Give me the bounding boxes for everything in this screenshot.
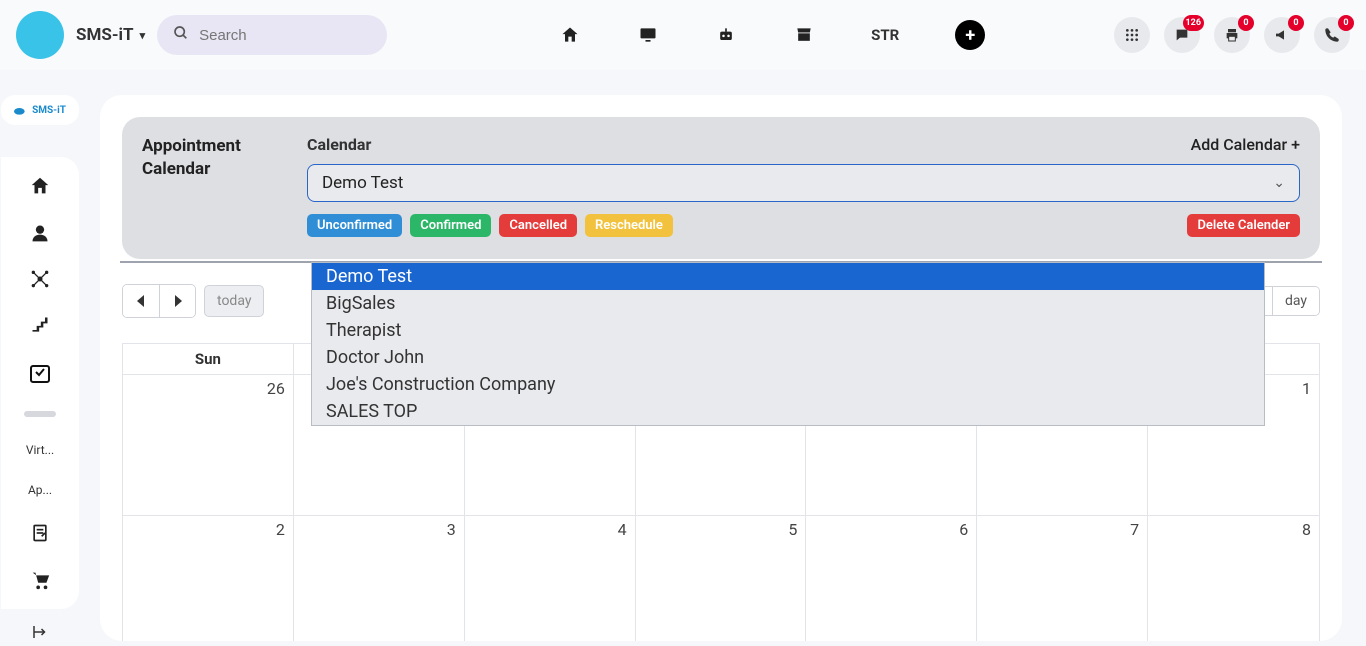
calendar-cell[interactable]: 8	[1148, 516, 1319, 641]
calendar-label: Calendar	[307, 135, 371, 154]
brand-dropdown[interactable]: SMS-iT ▾	[76, 25, 145, 45]
sidebar-logo[interactable]: SMS-iT	[1, 95, 79, 125]
calendar-dropdown: Demo Test BigSales Therapist Doctor John…	[311, 262, 1265, 426]
sidebar: SMS-iT Virt... Ap...	[0, 95, 80, 646]
calendar-select[interactable]: Demo Test ⌄	[307, 164, 1300, 202]
bullhorn-icon[interactable]: 0	[1264, 17, 1300, 53]
search-icon	[173, 25, 189, 45]
home-icon[interactable]	[559, 24, 581, 46]
delete-calendar-button[interactable]: Delete Calender	[1187, 214, 1300, 237]
calendar-row: Calendar Add Calendar +	[307, 135, 1300, 154]
robot-icon[interactable]	[715, 24, 737, 46]
brand-label: SMS-iT	[76, 25, 134, 45]
apps-icon[interactable]	[1114, 17, 1150, 53]
calendar-cell[interactable]: 4	[465, 516, 636, 641]
search-wrap[interactable]	[157, 15, 387, 55]
status-unconfirmed[interactable]: Unconfirmed	[307, 214, 402, 237]
right-icons: 126 0 0 0	[1114, 17, 1350, 53]
day-header: Sun	[123, 344, 294, 374]
top-nav-icons: STR +	[559, 20, 985, 50]
chat-badge: 126	[1183, 15, 1205, 31]
add-calendar-button[interactable]: Add Calendar +	[1191, 135, 1300, 154]
phone-badge: 0	[1338, 15, 1354, 31]
calendar-cell[interactable]: 6	[806, 516, 977, 641]
print-icon[interactable]: 0	[1214, 17, 1250, 53]
bull-badge: 0	[1288, 15, 1304, 31]
sidebar-item-home[interactable]	[1, 175, 79, 197]
status-confirmed[interactable]: Confirmed	[410, 214, 491, 237]
dropdown-option[interactable]: SALES TOP	[312, 398, 1264, 425]
phone-icon[interactable]: 0	[1314, 17, 1350, 53]
status-cancelled[interactable]: Cancelled	[499, 214, 577, 237]
dropdown-option[interactable]: BigSales	[312, 290, 1264, 317]
sidebar-exit[interactable]	[31, 623, 49, 646]
sidebar-item-cart[interactable]	[1, 569, 79, 591]
status-reschedule[interactable]: Reschedule	[585, 214, 673, 237]
dropdown-option[interactable]: Therapist	[312, 317, 1264, 344]
prev-button[interactable]	[123, 285, 159, 317]
view-day[interactable]: day	[1272, 287, 1319, 315]
calendar-cell[interactable]: 2	[123, 516, 294, 641]
today-button[interactable]: today	[204, 285, 264, 317]
main-panel: Appointment Calendar Calendar Add Calend…	[100, 95, 1342, 641]
chevron-down-icon: ▾	[140, 29, 146, 42]
chevron-down-icon: ⌄	[1273, 175, 1285, 191]
sidebar-item-network[interactable]	[1, 269, 79, 289]
config-right: Calendar Add Calendar + Demo Test ⌄ Unco…	[307, 135, 1300, 237]
calendar-cell[interactable]: 7	[977, 516, 1148, 641]
print-badge: 0	[1238, 15, 1254, 31]
avatar[interactable]	[16, 11, 64, 59]
calendar-cell[interactable]: 3	[294, 516, 465, 641]
calendar-cell[interactable]: 26	[123, 375, 294, 515]
store-icon[interactable]	[793, 24, 815, 46]
sidebar-item-stairs[interactable]	[1, 315, 79, 335]
calendar-select-value: Demo Test	[322, 173, 403, 193]
str-button[interactable]: STR	[871, 26, 899, 44]
calendar-week-row: 2 3 4 5 6 7 8	[123, 515, 1319, 641]
dropdown-option[interactable]: Doctor John	[312, 344, 1264, 371]
sidebar-item-user[interactable]	[1, 223, 79, 243]
chat-icon[interactable]: 126	[1164, 17, 1200, 53]
add-button[interactable]: +	[955, 20, 985, 50]
dropdown-option[interactable]: Joe's Construction Company	[312, 371, 1264, 398]
search-input[interactable]	[199, 27, 371, 44]
nav-group	[122, 284, 196, 318]
sidebar-separator	[24, 411, 56, 417]
config-bar: Appointment Calendar Calendar Add Calend…	[122, 117, 1320, 259]
dropdown-option[interactable]: Demo Test	[312, 263, 1264, 290]
config-heading: Appointment Calendar	[142, 135, 297, 181]
top-header: SMS-iT ▾ STR + 126 0	[0, 0, 1366, 70]
side-panel: Virt... Ap...	[1, 157, 79, 609]
sidebar-item-calendar[interactable]	[1, 361, 79, 385]
status-row: Unconfirmed Confirmed Cancelled Reschedu…	[307, 214, 1300, 237]
next-button[interactable]	[159, 285, 195, 317]
calendar-cell[interactable]: 5	[636, 516, 807, 641]
desktop-icon[interactable]	[637, 24, 659, 46]
config-heading-wrap: Appointment Calendar	[142, 135, 297, 237]
sidebar-item-ap[interactable]: Ap...	[28, 483, 52, 497]
sidebar-item-virt[interactable]: Virt...	[26, 443, 54, 457]
sidebar-item-doc[interactable]	[1, 523, 79, 543]
